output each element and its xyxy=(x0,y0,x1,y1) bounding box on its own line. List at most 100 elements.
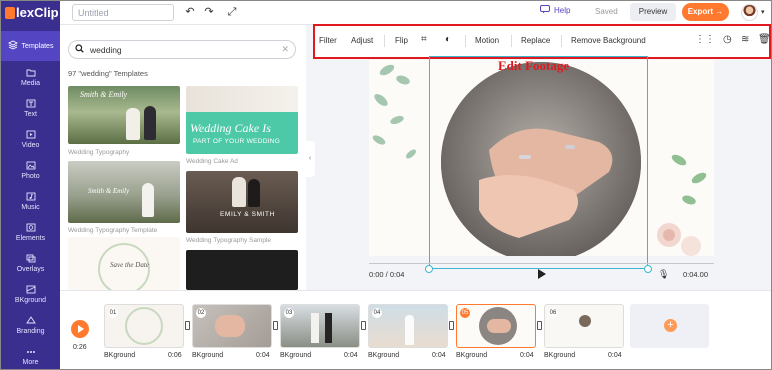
layers-icon[interactable]: ≋ xyxy=(741,34,749,45)
template-wedding-typography-sample[interactable]: EMILY & SMITH xyxy=(186,171,298,233)
clip-label: BKground xyxy=(104,352,136,359)
template-wedding-cake-ad[interactable]: Wedding Cake Is PART OF YOUR WEDDING xyxy=(186,86,298,154)
filter-button[interactable]: Filter xyxy=(319,36,337,45)
resize-handle[interactable] xyxy=(644,265,652,273)
scrub-bar[interactable] xyxy=(369,263,714,264)
template-label: Wedding Cake Ad xyxy=(186,158,238,165)
export-button[interactable]: Export → xyxy=(682,3,729,21)
transition-icon[interactable] xyxy=(537,321,542,330)
sidebar-item-text[interactable]: Text xyxy=(1,93,60,123)
save-status: Saved xyxy=(595,7,618,16)
sidebar-item-overlays[interactable]: Overlays xyxy=(1,248,60,278)
remove-background-button[interactable]: Remove Background xyxy=(571,36,646,45)
more-icon xyxy=(25,347,36,357)
transition-icon[interactable] xyxy=(185,321,190,330)
resize-handle[interactable] xyxy=(425,265,433,273)
search-icon xyxy=(75,44,84,55)
sidebar-item-branding[interactable]: Branding xyxy=(1,310,60,340)
sidebar-item-bkground[interactable]: BKground xyxy=(1,279,60,309)
overlays-icon xyxy=(25,254,36,264)
clip-duration: 0:06 xyxy=(168,352,182,359)
motion-button[interactable]: Motion xyxy=(475,36,499,45)
contrast-icon[interactable]: ◐ xyxy=(445,34,451,45)
sidebar-item-label: Video xyxy=(21,141,40,149)
layers-icon xyxy=(8,40,19,50)
help-link[interactable]: Help xyxy=(540,5,570,16)
template-label: Wedding Typography xyxy=(68,149,130,156)
sidebar-item-elements[interactable]: Elements xyxy=(1,217,60,247)
clip-duration: 0:04 xyxy=(432,352,446,359)
replace-button[interactable]: Replace xyxy=(521,36,550,45)
sidebar-item-templates[interactable]: Templates xyxy=(1,31,60,61)
sidebar-item-more[interactable]: More xyxy=(1,341,60,369)
edit-footage-toolbar: Filter Adjust Flip ⌗ ◐ Motion Replace Re… xyxy=(313,24,771,59)
avatar[interactable] xyxy=(741,4,758,21)
sidebar-item-photo[interactable]: Photo xyxy=(1,155,60,185)
add-clip-button[interactable]: + xyxy=(630,304,709,348)
flip-button[interactable]: Flip xyxy=(395,36,408,45)
timeline-clip[interactable]: 01 xyxy=(104,304,184,348)
sidebar-item-label: BKground xyxy=(14,296,47,304)
close-icon[interactable]: ✕ xyxy=(281,44,289,55)
fullscreen-icon[interactable]: ⤢ xyxy=(225,5,239,19)
sidebar-item-video[interactable]: Video xyxy=(1,124,60,154)
chevron-down-icon[interactable]: ▾ xyxy=(761,8,765,16)
photo-icon xyxy=(25,161,36,171)
preview-button[interactable]: Preview xyxy=(630,3,676,21)
clip-number: 05 xyxy=(460,308,470,318)
search-input[interactable]: wedding ✕ xyxy=(68,40,296,59)
redo-icon[interactable]: ↷ xyxy=(202,5,216,19)
collapse-panel-button[interactable]: ‹ xyxy=(305,141,315,177)
text-icon xyxy=(25,99,36,109)
transition-icon[interactable] xyxy=(361,321,366,330)
play-icon[interactable] xyxy=(538,269,546,279)
sidebar-item-music[interactable]: Music xyxy=(1,186,60,216)
crop-icon[interactable]: ⌗ xyxy=(421,34,427,45)
undo-icon[interactable]: ↶ xyxy=(183,5,197,19)
timeline-clip[interactable]: 06 xyxy=(544,304,624,348)
video-icon xyxy=(25,130,36,140)
clip-number: 03 xyxy=(284,308,294,318)
clip-label: BKground xyxy=(192,352,224,359)
clip-duration: 0:04 xyxy=(520,352,534,359)
timeline-clip-selected[interactable]: 05 xyxy=(456,304,536,348)
template-wedding-typography-template[interactable]: Smith & Emily xyxy=(68,161,180,223)
clip-label: BKground xyxy=(544,352,576,359)
elements-icon xyxy=(25,223,36,233)
template-label: Wedding Typography Template xyxy=(68,227,158,234)
current-time: 0:00 / 0:04 xyxy=(369,270,405,279)
timeline-clip[interactable]: 03 xyxy=(280,304,360,348)
transition-icon[interactable] xyxy=(449,321,454,330)
result-count: 97 "wedding" Templates xyxy=(68,69,148,78)
template-overlay-text: Smith & Emily xyxy=(80,90,128,99)
clock-icon[interactable]: ◷ xyxy=(723,34,732,45)
clip-label: BKground xyxy=(368,352,400,359)
clip-duration: 0:04 xyxy=(256,352,270,359)
clip-number: 04 xyxy=(372,308,382,318)
background-icon xyxy=(25,285,36,295)
timeline-clip[interactable]: 04 xyxy=(368,304,448,348)
template-dark[interactable] xyxy=(186,250,298,290)
plus-icon: + xyxy=(664,319,677,332)
template-label: Wedding Typography Sample xyxy=(186,237,272,244)
left-sidebar: lexClip Templates Media Text Video Photo… xyxy=(1,1,60,369)
adjust-button[interactable]: Adjust xyxy=(351,36,373,45)
trash-icon[interactable]: 🗑 xyxy=(758,34,771,45)
end-time: 0:04.00 xyxy=(683,270,709,279)
selection-box[interactable] xyxy=(429,56,648,269)
transition-icon[interactable] xyxy=(273,321,278,330)
flexclip-logo[interactable]: lexClip xyxy=(5,5,59,20)
play-button[interactable] xyxy=(71,320,89,338)
sidebar-item-label: Text xyxy=(24,110,37,118)
sidebar-item-label: Elements xyxy=(15,234,46,242)
template-save-the-date[interactable]: Save the Date xyxy=(68,237,180,290)
sidebar-item-media[interactable]: Media xyxy=(1,62,60,92)
template-overlay-subtext: PART OF YOUR WEDDING xyxy=(193,138,281,145)
grid-icon[interactable]: ⋮⋮ xyxy=(695,34,715,45)
sidebar-item-label: Media xyxy=(20,79,41,87)
template-wedding-typography[interactable]: Smith & Emily xyxy=(68,86,180,144)
project-title-input[interactable]: Untitled xyxy=(72,4,174,21)
microphone-icon[interactable]: 🎙 xyxy=(658,269,669,280)
template-overlay-text: Wedding Cake Is xyxy=(190,121,271,135)
timeline-clip[interactable]: 02 xyxy=(192,304,272,348)
